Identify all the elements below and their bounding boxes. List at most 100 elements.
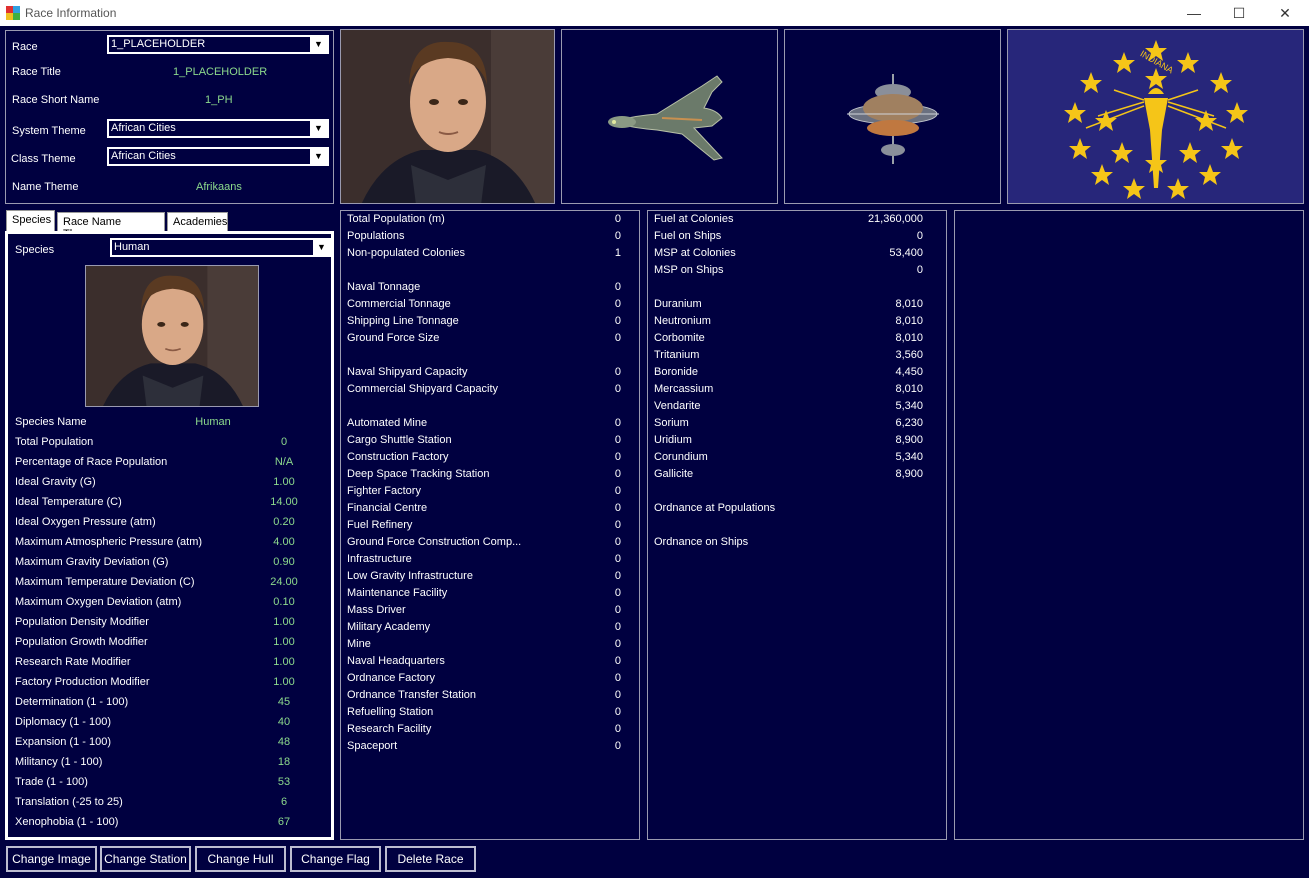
resource-row: Corbomite 8,010 [648, 332, 923, 349]
change-hull-button[interactable]: Change Hull [195, 846, 286, 872]
tab-academies[interactable]: Academies [167, 212, 228, 232]
race-select[interactable]: 1_PLACEHOLDER ▼ [107, 35, 329, 54]
resource-row-label: Uridium [654, 434, 692, 446]
resource-row-label: Corbomite [654, 332, 705, 344]
stat-row: Commercial Shipyard Capacity 0 [341, 383, 621, 400]
species-attribute-row: Maximum Gravity Deviation (G) 0.90 [8, 556, 331, 573]
system-theme-select[interactable]: African Cities ▼ [107, 119, 329, 138]
species-select[interactable]: Human ▼ [110, 238, 332, 257]
window-titlebar: Race Information — ☐ ✕ [0, 0, 1309, 26]
chevron-down-icon: ▼ [313, 240, 330, 255]
stat-row-value: 0 [614, 213, 621, 225]
resource-row: Vendarite 5,340 [648, 400, 923, 417]
minimize-button[interactable]: — [1171, 0, 1217, 26]
stat-row-label: Total Population (m) [347, 213, 445, 225]
stat-row-label: Naval Tonnage [347, 281, 421, 293]
name-theme-label: Name Theme [12, 181, 79, 193]
resource-row-label: Vendarite [654, 400, 701, 412]
stat-row-label: Shipping Line Tonnage [347, 315, 459, 327]
tab-race-name-themes[interactable]: Race Name Themes [57, 212, 165, 240]
stat-row-value: 0 [614, 587, 621, 599]
species-attribute-row: Ideal Oxygen Pressure (atm) 0.20 [8, 516, 331, 533]
resource-row: Ordnance on Ships [648, 536, 923, 553]
stat-row-value: 0 [614, 740, 621, 752]
resource-row: Neutronium 8,010 [648, 315, 923, 332]
resource-row [648, 485, 923, 502]
indiana-flag-icon: INDIANA [1008, 30, 1303, 203]
stat-row-label: Low Gravity Infrastructure [347, 570, 473, 582]
stat-row-value: 0 [614, 672, 621, 684]
change-flag-button[interactable]: Change Flag [290, 846, 381, 872]
species-attribute-row-value: 67 [277, 816, 291, 828]
species-attribute-row-value: 1.00 [273, 676, 295, 688]
resource-row-label: Fuel at Colonies [654, 213, 734, 225]
species-attribute-row-label: Determination (1 - 100) [15, 696, 129, 708]
species-attribute-row-value: 6 [280, 796, 288, 808]
space-station-image[interactable] [784, 29, 1001, 204]
stat-row-label: Construction Factory [347, 451, 449, 463]
stat-row: Commercial Tonnage 0 [341, 298, 621, 315]
species-attribute-row-label: Total Population [15, 436, 94, 448]
stat-row-value: 0 [614, 468, 621, 480]
starship-icon [608, 75, 723, 161]
species-attribute-row-value: 0 [280, 436, 288, 448]
species-attribute-row-value: 4.00 [273, 536, 295, 548]
class-theme-select[interactable]: African Cities ▼ [107, 147, 329, 166]
species-attribute-row-label: Translation (-25 to 25) [15, 796, 123, 808]
species-attribute-row: Ideal Temperature (C) 14.00 [8, 496, 331, 513]
stat-row-label: Non-populated Colonies [347, 247, 466, 259]
species-attribute-row: Maximum Temperature Deviation (C) 24.00 [8, 576, 331, 593]
stat-row: Naval Headquarters 0 [341, 655, 621, 672]
stat-row: Fighter Factory 0 [341, 485, 621, 502]
change-image-button[interactable]: Change Image [6, 846, 97, 872]
stat-row: Low Gravity Infrastructure 0 [341, 570, 621, 587]
close-button[interactable]: ✕ [1262, 0, 1308, 26]
species-attribute-row-label: Population Growth Modifier [15, 636, 148, 648]
stat-row: Ordnance Factory 0 [341, 672, 621, 689]
race-info-panel: Race 1_PLACEHOLDER ▼ Race Title 1_PLACEH… [5, 30, 334, 204]
race-label: Race [12, 41, 38, 53]
stat-row-value: 0 [614, 383, 621, 395]
species-portrait-image[interactable] [85, 265, 259, 407]
flag-image[interactable]: INDIANA [1007, 29, 1304, 204]
stat-row-value: 0 [614, 298, 621, 310]
stat-row: Construction Factory 0 [341, 451, 621, 468]
race-portrait-image[interactable] [340, 29, 555, 204]
stat-row-label: Ordnance Transfer Station [347, 689, 477, 701]
species-attribute-row: Determination (1 - 100) 45 [8, 696, 331, 713]
stat-row-value: 0 [614, 536, 621, 548]
stat-row: Shipping Line Tonnage 0 [341, 315, 621, 332]
species-panel: Species Human ▼ Species Name Human Total P… [5, 231, 334, 840]
tab-species[interactable]: Species [6, 210, 55, 232]
stat-row [341, 400, 621, 417]
species-attribute-row-value: 1.00 [273, 636, 295, 648]
stat-row: Non-populated Colonies 1 [341, 247, 621, 264]
portrait-icon [341, 30, 554, 203]
resource-row-label: MSP at Colonies [654, 247, 736, 259]
species-attribute-row-label: Maximum Atmospheric Pressure (atm) [15, 536, 203, 548]
species-attribute-row-value: 1.00 [273, 476, 295, 488]
stat-row-value: 0 [614, 638, 621, 650]
species-attribute-row: Ideal Gravity (G) 1.00 [8, 476, 331, 493]
species-attribute-row-label: Xenophobia (1 - 100) [15, 816, 119, 828]
chevron-down-icon: ▼ [310, 37, 327, 52]
stat-row-label: Ground Force Construction Comp... [347, 536, 522, 548]
stat-row-label: Mine [347, 638, 371, 650]
resource-row-label: Mercassium [654, 383, 714, 395]
stat-row-label: Naval Shipyard Capacity [347, 366, 468, 378]
stat-row-label: Populations [347, 230, 405, 242]
maximize-button[interactable]: ☐ [1216, 0, 1262, 26]
species-attribute-row: Percentage of Race Population N/A [8, 456, 331, 473]
stat-row: Deep Space Tracking Station 0 [341, 468, 621, 485]
ship-hull-image[interactable] [561, 29, 778, 204]
stat-row: Maintenance Facility 0 [341, 587, 621, 604]
resource-row: Fuel on Ships 0 [648, 230, 923, 247]
resource-row-label: Neutronium [654, 315, 711, 327]
species-attribute-row-label: Percentage of Race Population [15, 456, 168, 468]
change-station-button[interactable]: Change Station [100, 846, 191, 872]
stat-row: Ordnance Transfer Station 0 [341, 689, 621, 706]
delete-race-button[interactable]: Delete Race [385, 846, 476, 872]
resource-row: Fuel at Colonies 21,360,000 [648, 213, 923, 230]
race-title-value: 1_PLACEHOLDER [173, 66, 268, 78]
stat-row: Refuelling Station 0 [341, 706, 621, 723]
